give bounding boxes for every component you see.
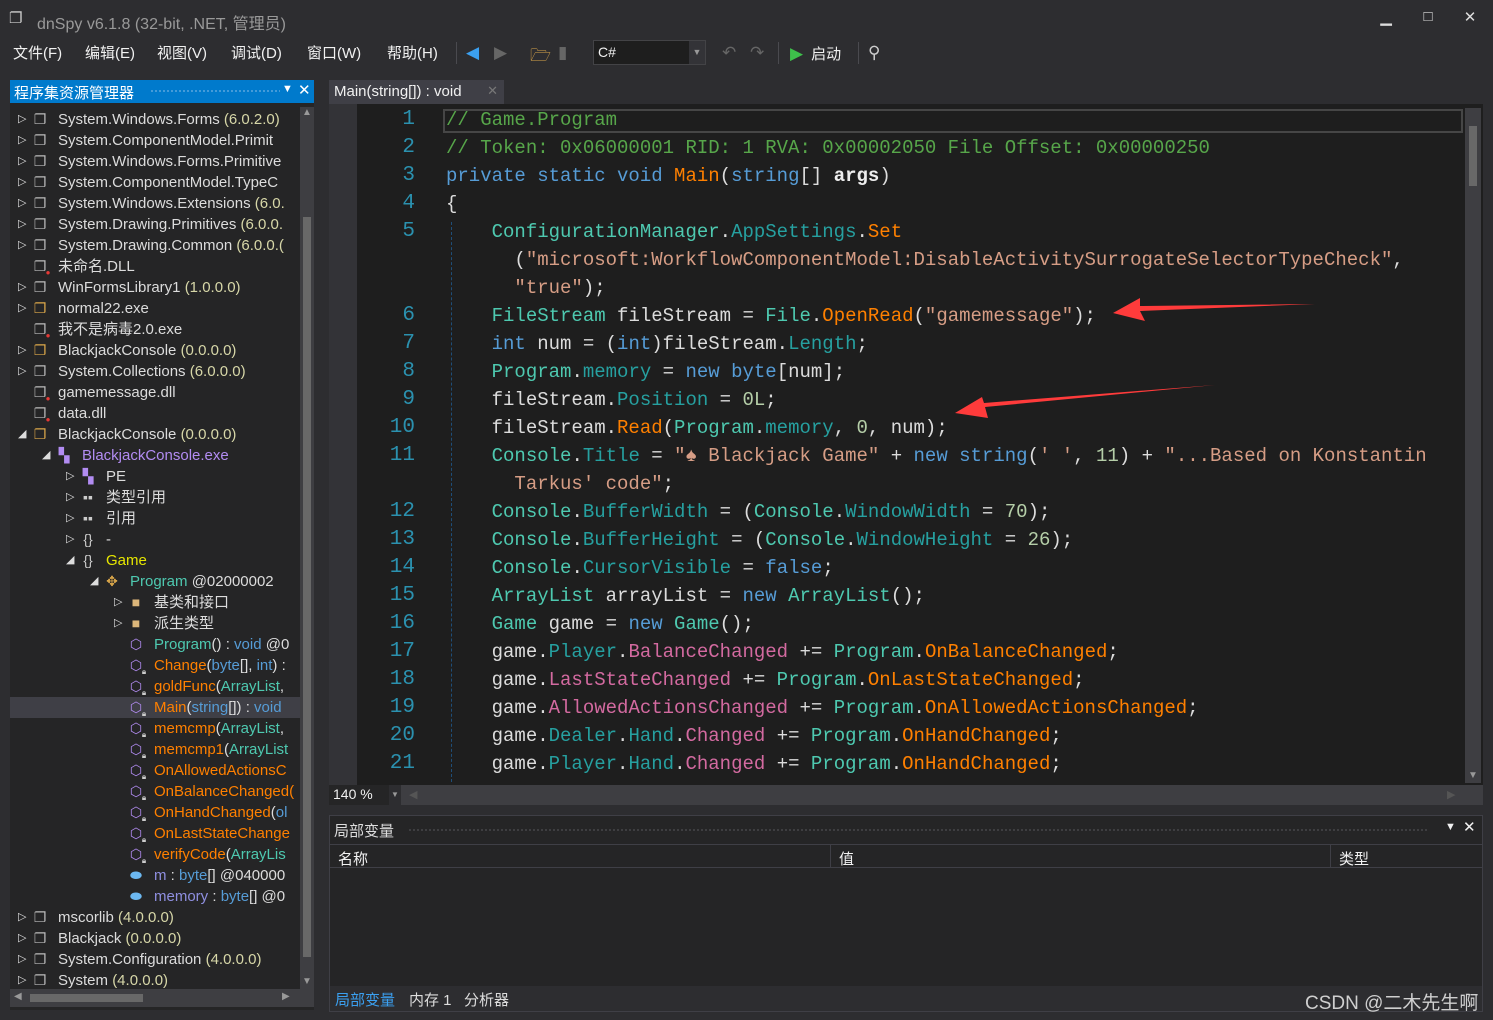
annotation-arrow bbox=[955, 385, 1215, 418]
tab-locals[interactable]: 局部变量 bbox=[335, 989, 395, 1010]
chevron-down-icon[interactable]: ▼ bbox=[1445, 821, 1456, 833]
drag-grip[interactable] bbox=[408, 828, 1428, 833]
close-icon[interactable]: ✕ bbox=[1463, 818, 1476, 836]
annotation-arrow bbox=[1113, 298, 1315, 321]
column-header-value[interactable]: 值 bbox=[830, 844, 1330, 868]
tab-analyzer[interactable]: 分析器 bbox=[464, 989, 509, 1010]
tab-memory-1[interactable]: 内存 1 bbox=[409, 989, 452, 1010]
column-header-type[interactable]: 类型 bbox=[1330, 844, 1482, 868]
column-header-name[interactable]: 名称 bbox=[330, 844, 830, 868]
watermark: CSDN @二木先生啊 bbox=[1305, 993, 1479, 1014]
locals-panel: 局部变量 ▼ ✕ 名称 值 类型 局部变量 内存 1 分析器 bbox=[329, 815, 1483, 1012]
locals-title: 局部变量 bbox=[334, 823, 395, 840]
